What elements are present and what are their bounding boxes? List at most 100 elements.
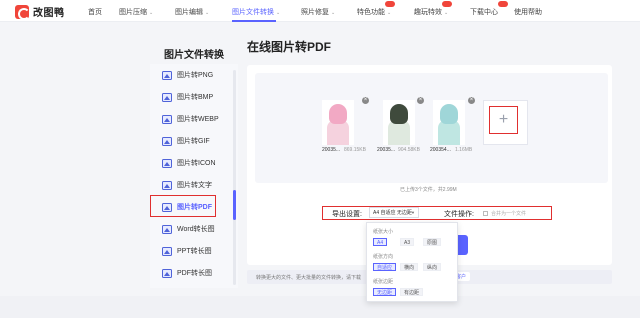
nav-item-label: 图片编辑 [175, 9, 203, 16]
close-icon[interactable]: × [362, 97, 369, 104]
chevron-down-icon: ⌄ [276, 10, 281, 16]
file-name: 20035... [322, 147, 341, 153]
image-icon [162, 158, 172, 168]
merge-label[interactable]: 合并为一个文件 [491, 210, 526, 217]
file-name: 20035... [377, 147, 396, 153]
nav-item[interactable]: 照片修复 ⌄ [301, 7, 335, 17]
sidebar-item-label: Word转长图 [177, 226, 215, 233]
upload-drop-zone[interactable] [255, 73, 608, 183]
thumbnail-image [390, 104, 408, 124]
image-icon [162, 180, 172, 190]
image-icon [162, 114, 172, 124]
nav-item[interactable]: 使用帮助 [514, 7, 542, 17]
export-settings-label: 导出设置: [332, 211, 362, 218]
nav-item-label: 使用帮助 [514, 9, 542, 16]
sidebar-item[interactable]: 图片转PNG [162, 68, 213, 82]
close-icon[interactable]: × [468, 97, 475, 104]
sidebar-item-label: PPT转长图 [177, 248, 212, 255]
sidebar-item[interactable]: PDF转长图 [162, 266, 212, 280]
tip-text: 转换更大的文件、更大批量的文件转换，请下载 [256, 275, 362, 281]
sidebar-item[interactable]: 图片转WEBP [162, 112, 219, 126]
sidebar-item[interactable]: 图片转GIF [162, 134, 210, 148]
sidebar-item[interactable]: 图片转文字 [162, 178, 212, 192]
sidebar-scrollbar[interactable] [233, 70, 236, 285]
active-item-highlight [150, 195, 216, 217]
nav-item-label: 图片文件转换 [232, 9, 274, 16]
sidebar-item-label: 图片转WEBP [177, 116, 219, 123]
sidebar-item[interactable]: PPT转长图 [162, 244, 212, 258]
nav-item-label: 图片压缩 [119, 9, 147, 16]
dropdown-option[interactable]: 纵向 [423, 263, 442, 271]
file-thumbnail[interactable] [322, 100, 354, 145]
sidebar-item-label: 图片转BMP [177, 94, 214, 101]
file-thumbnail[interactable] [383, 100, 415, 145]
nav-item[interactable]: 图片编辑 ⌄ [175, 7, 209, 17]
page-title: 在线图片转PDF [247, 40, 332, 54]
thumbnail-image [329, 104, 347, 124]
dropdown-option[interactable]: 原图 [423, 238, 442, 246]
dropdown-group-label: 纸张边距 [373, 279, 394, 285]
file-name: 200354... [430, 147, 451, 153]
brand-logo[interactable]: 改图鸭 [15, 4, 65, 20]
plus-icon: + [498, 111, 509, 128]
sidebar-item[interactable]: 图片转ICON [162, 156, 216, 170]
file-size: 869.15KB [344, 147, 366, 153]
add-file-button[interactable]: + [489, 106, 518, 134]
dropdown-option[interactable]: 有边距 [400, 288, 424, 296]
nav-active-underline [232, 20, 276, 22]
nav-item-label: 特色功能 [357, 9, 385, 16]
dropdown-option[interactable]: A4 [373, 238, 388, 246]
nav-item-label: 首页 [88, 9, 102, 16]
hot-badge-icon [442, 1, 452, 7]
sidebar-item[interactable]: 图片转BMP [162, 90, 213, 104]
sidebar-item[interactable]: Word转长图 [162, 222, 215, 236]
thumbnail-image [440, 104, 458, 124]
nav-item[interactable]: 图片文件转换 ⌄ [232, 7, 280, 17]
hot-badge-icon [385, 1, 395, 7]
sidebar-item-label: 图片转文字 [177, 182, 212, 189]
file-thumbnail[interactable] [433, 100, 465, 145]
file-size: 1.16MB [455, 147, 473, 153]
sidebar-item-label: PDF转长图 [177, 270, 212, 277]
dropdown-option[interactable]: 无边距 [373, 288, 397, 296]
image-icon [162, 70, 172, 80]
chevron-down-icon: ⌄ [205, 10, 210, 16]
close-icon[interactable]: × [417, 97, 424, 104]
image-icon [162, 246, 172, 256]
sidebar-item-label: 图片转PNG [177, 72, 214, 79]
dropdown-option[interactable]: 自适应 [373, 263, 397, 271]
nav-item-label: 照片修复 [301, 9, 329, 16]
hot-badge-icon [498, 1, 508, 7]
chevron-down-icon: ⌄ [331, 10, 336, 16]
image-icon [162, 136, 172, 146]
image-icon [162, 268, 172, 278]
nav-item-label: 下载中心 [470, 9, 498, 16]
sidebar-title: 图片文件转换 [164, 50, 224, 61]
export-settings-select[interactable]: A4 自适应 无边距 ▼ [369, 207, 419, 218]
file-size: 904.58KB [398, 147, 420, 153]
nav-item[interactable]: 首页 [88, 7, 102, 17]
sidebar-scroll-thumb[interactable] [233, 190, 236, 220]
merge-checkbox[interactable] [483, 211, 488, 216]
image-icon [162, 224, 172, 234]
nav-item-label: 趣玩特效 [414, 9, 442, 16]
nav-item[interactable]: 图片压缩 ⌄ [119, 7, 153, 17]
export-settings-value: A4 自适应 无边距 [373, 210, 412, 216]
dropdown-group-label: 纸张大小 [373, 229, 394, 235]
dropdown-option[interactable]: A3 [400, 238, 415, 246]
dropdown-group-label: 纸张方向 [373, 254, 394, 260]
sidebar-item-label: 图片转ICON [177, 160, 216, 167]
nav-item[interactable]: 特色功能 ⌄ [357, 7, 391, 17]
brand-name: 改图鸭 [33, 8, 65, 19]
dropdown-option[interactable]: 横向 [400, 263, 419, 271]
nav-item[interactable]: 趣玩特效 ⌄ [414, 7, 448, 17]
caret-down-icon: ▼ [411, 210, 415, 215]
sidebar-item-label: 图片转GIF [177, 138, 210, 145]
image-icon [162, 92, 172, 102]
chevron-down-icon: ⌄ [387, 10, 392, 16]
file-operation-label: 文件操作: [444, 211, 474, 218]
chevron-down-icon: ⌄ [444, 10, 449, 16]
logo-icon [15, 4, 30, 20]
footer-strip [0, 296, 640, 318]
nav-item[interactable]: 下载中心 [470, 7, 498, 17]
